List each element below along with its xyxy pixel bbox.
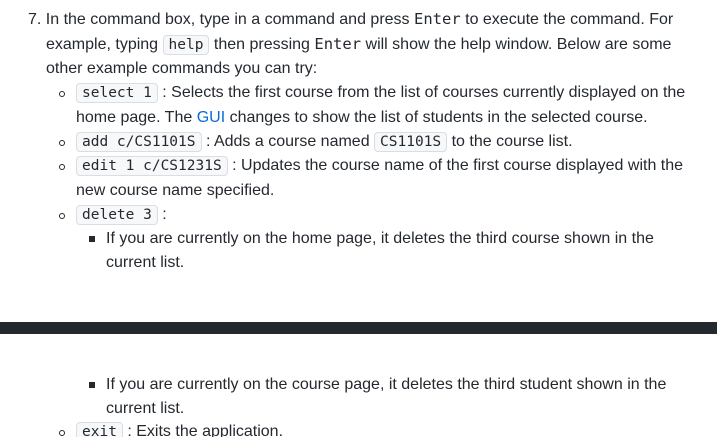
add-command-item: add c/CS1101S : Adds a course named CS11… <box>76 130 573 154</box>
delete-subitem-home: If you are currently on the home page, i… <box>106 230 654 247</box>
select-command-item: select 1 : Selects the first course from… <box>76 81 685 105</box>
select-command-code: select 1 <box>76 83 158 103</box>
exit-command-item: exit : Exits the application. <box>76 420 283 437</box>
step-text: example, typing <box>46 36 163 53</box>
command-description: : Updates the course name of the first c… <box>227 157 684 174</box>
bullet-square-icon <box>89 382 95 388</box>
step-text: will show the help window. Below are som… <box>361 36 672 53</box>
step-text: In the command box, type in a command an… <box>45 11 414 28</box>
select-command-item-cont: home page. The GUI changes to show the l… <box>76 106 648 130</box>
help-command-code: help <box>162 35 210 55</box>
command-description: to the course list. <box>447 133 573 150</box>
command-description: : <box>157 206 167 223</box>
edit-command-code: edit 1 c/CS1231S <box>76 156 228 176</box>
step-line-1: 7. In the command box, type in a command… <box>28 7 673 31</box>
step-text: to execute the command. For <box>460 11 674 28</box>
enter-key: Enter <box>414 10 461 28</box>
command-description: : Exits the application. <box>122 423 284 437</box>
command-description: changes to show the list of students in … <box>225 109 648 126</box>
step-text: then pressing <box>209 36 315 53</box>
step-line-3: other example commands you can try: <box>46 60 318 77</box>
gui-link[interactable]: GUI <box>197 109 225 126</box>
command-description: : Adds a course named <box>201 133 375 150</box>
delete-subitem-home-cont: current list. <box>106 254 185 271</box>
step-line-2: example, typing help then pressing Enter… <box>46 32 671 56</box>
edit-command-item-cont: new course name specified. <box>76 182 275 199</box>
bullet-circle-icon <box>59 140 65 146</box>
bullet-circle-icon <box>59 91 65 97</box>
bullet-circle-icon <box>59 213 65 219</box>
command-description: home page. The <box>76 109 197 126</box>
page-top: 7. In the command box, type in a command… <box>0 0 717 322</box>
edit-command-item: edit 1 c/CS1231S : Updates the course na… <box>76 154 683 178</box>
bullet-circle-icon <box>59 430 65 436</box>
bullet-circle-icon <box>59 164 65 170</box>
delete-subitem-course: If you are currently on the course page,… <box>106 376 667 393</box>
add-command-code: add c/CS1101S <box>76 132 202 152</box>
delete-command-code: delete 3 <box>76 205 158 225</box>
delete-command-item: delete 3 : <box>76 203 167 227</box>
step-number: 7. <box>28 11 42 28</box>
page-break <box>0 322 717 334</box>
command-description: : Selects the first course from the list… <box>157 84 686 101</box>
course-code: CS1101S <box>374 132 448 152</box>
delete-subitem-course-cont: current list. <box>106 400 185 417</box>
page-bottom: If you are currently on the course page,… <box>0 334 717 437</box>
exit-command-code: exit <box>76 422 123 437</box>
bullet-square-icon <box>89 236 95 242</box>
enter-key: Enter <box>314 35 362 53</box>
